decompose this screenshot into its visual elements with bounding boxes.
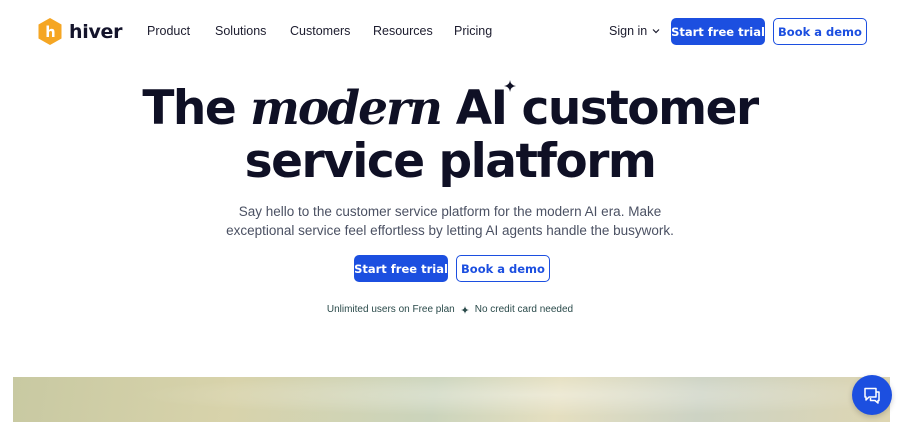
title-line-2: service platform	[244, 134, 657, 189]
sign-in-dropdown[interactable]: Sign in	[609, 24, 661, 38]
top-navigation: hiver Product Solutions Customers Resour…	[0, 0, 900, 64]
brand-name: hiver	[69, 20, 123, 43]
hero-image-banner	[13, 377, 890, 422]
hero-note: Unlimited users on Free plan No credit c…	[0, 304, 900, 315]
title-word-ai: AI	[455, 81, 508, 136]
hero-title: The modern AI customer service platform	[0, 80, 900, 189]
sparkle-separator-icon	[460, 305, 469, 314]
brand-logo[interactable]: hiver	[37, 17, 122, 46]
sign-in-label: Sign in	[609, 24, 648, 38]
hero-start-free-trial-button[interactable]: Start free trial	[354, 255, 448, 282]
title-word-modern: modern	[250, 81, 443, 136]
nav-solutions[interactable]: Solutions	[215, 24, 266, 38]
title-word-customer: customer	[521, 81, 760, 136]
nav-book-demo-button[interactable]: Book a demo	[773, 18, 867, 45]
chat-bubble-icon	[864, 387, 880, 404]
chat-widget-button[interactable]	[852, 375, 892, 415]
hero-book-demo-button[interactable]: Book a demo	[456, 255, 550, 282]
nav-resources[interactable]: Resources	[373, 24, 433, 38]
chevron-down-icon	[652, 29, 660, 34]
nav-pricing[interactable]: Pricing	[454, 24, 492, 38]
note-unlimited-users: Unlimited users on Free plan	[326, 304, 455, 315]
title-ai-group: AI	[455, 80, 516, 136]
nav-start-free-trial-button[interactable]: Start free trial	[671, 18, 765, 45]
title-word-the: The	[142, 81, 236, 136]
note-no-credit-card: No credit card needed	[474, 304, 574, 315]
hero-subtitle: Say hello to the customer service platfo…	[226, 204, 674, 238]
nav-product[interactable]: Product	[147, 24, 190, 38]
nav-customers[interactable]: Customers	[290, 24, 350, 38]
sparkle-icon	[503, 80, 516, 92]
hiver-logo-icon	[38, 18, 62, 45]
